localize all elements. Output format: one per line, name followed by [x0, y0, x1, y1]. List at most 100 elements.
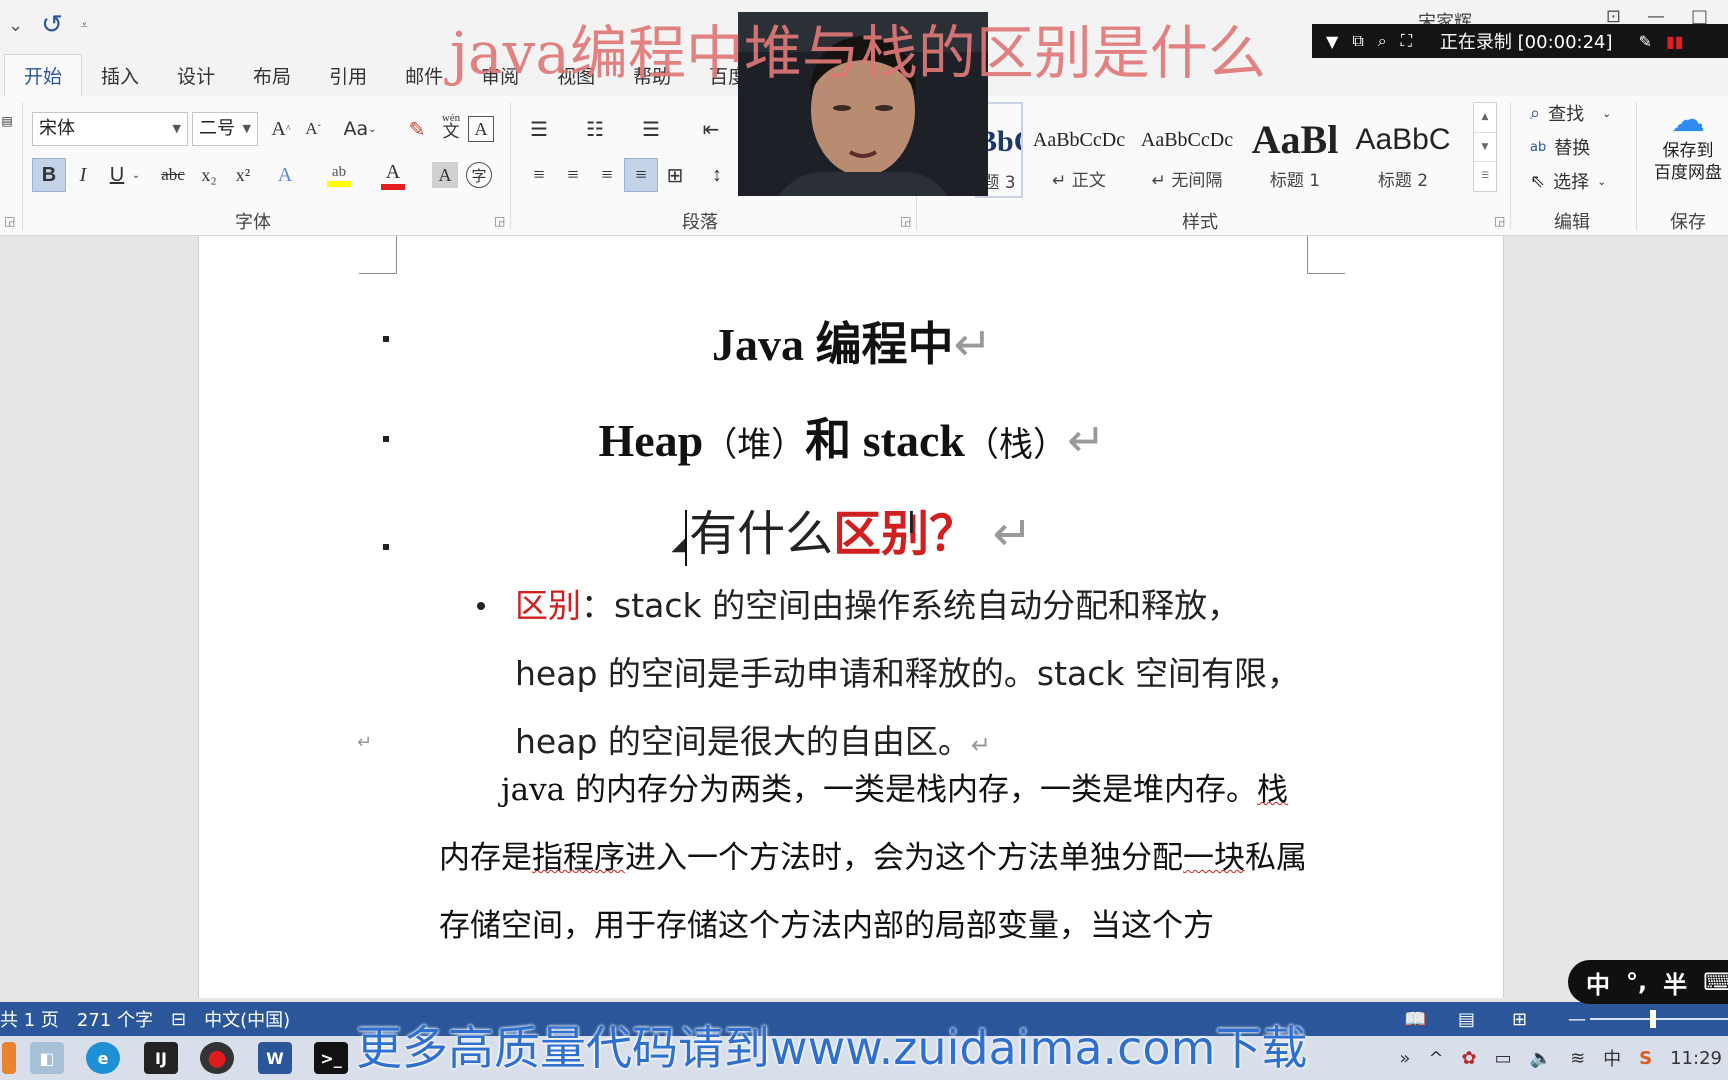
tab-insert[interactable]: 插入: [82, 54, 158, 96]
styles-dialog-launcher-icon[interactable]: ◲: [1494, 214, 1505, 228]
tab-home[interactable]: 开始: [4, 54, 83, 96]
file-app-icon[interactable]: ◧: [30, 1042, 64, 1074]
clock[interactable]: 11:29: [1670, 1048, 1722, 1069]
replace-button[interactable]: ab 替换: [1530, 134, 1590, 160]
style-normal[interactable]: AaBbCcDc ↵ 正文: [1027, 102, 1131, 198]
page-count[interactable]: 共 1 页: [0, 1006, 59, 1032]
character-shading-button[interactable]: A: [432, 162, 458, 188]
underline-label: U: [109, 163, 125, 186]
align-center-icon[interactable]: ≡: [556, 158, 590, 192]
select-button[interactable]: ⇖ 选择 ⌄: [1530, 168, 1606, 194]
tab-layout[interactable]: 布局: [234, 54, 310, 96]
strikethrough-button[interactable]: abc: [156, 158, 190, 192]
scroll-down-icon[interactable]: ▼: [1474, 132, 1496, 161]
terminal-app-icon[interactable]: >_: [314, 1042, 348, 1074]
style-heading1-preview: AaBl: [1251, 120, 1339, 160]
zoom-slider-knob[interactable]: [1650, 1010, 1656, 1028]
volume-icon[interactable]: 🔈: [1530, 1048, 1552, 1069]
multilevel-list-icon[interactable]: ☰: [634, 112, 668, 146]
character-border-button[interactable]: A: [468, 116, 494, 142]
collapse-triangle-icon[interactable]: ◢: [671, 534, 685, 555]
region-icon[interactable]: ⛶: [1401, 31, 1412, 51]
highlight-button[interactable]: ab: [322, 158, 356, 192]
enclose-characters-button[interactable]: 字: [466, 162, 492, 188]
find-button[interactable]: ⌕ 查找 ⌄: [1530, 100, 1611, 126]
window-icon[interactable]: ⧉: [1352, 31, 1363, 51]
ime-indicator[interactable]: 中: [1603, 1045, 1621, 1071]
zoom-out-icon[interactable]: —: [1568, 1009, 1586, 1030]
sogou-icon[interactable]: S: [1639, 1048, 1652, 1069]
scroll-up-icon[interactable]: ▲: [1474, 103, 1496, 132]
zoom-slider[interactable]: [1590, 1018, 1728, 1020]
shrink-font-button[interactable]: Aˇ: [296, 112, 330, 146]
align-left-icon[interactable]: ≡: [522, 158, 556, 192]
bullet-item[interactable]: 区别：stack 的空间由操作系统自动分配和释放，heap 的空间是手动申请和释…: [477, 572, 1315, 779]
proofing-icon[interactable]: ⊟: [171, 1009, 186, 1030]
intellij-icon[interactable]: IJ: [144, 1042, 178, 1074]
print-layout-icon[interactable]: ▤: [1458, 1009, 1475, 1030]
app-tray-icon[interactable]: ✿: [1462, 1048, 1477, 1069]
clear-format-icon[interactable]: ✎: [400, 112, 434, 146]
tray-overflow-icon[interactable]: ^: [1428, 1048, 1443, 1069]
bold-button[interactable]: B: [32, 158, 66, 192]
recorder-app-icon[interactable]: ●: [200, 1042, 234, 1074]
style-heading1[interactable]: AaBl 标题 1: [1243, 102, 1347, 198]
styles-gallery-scroll[interactable]: ▲ ▼ ☰: [1473, 102, 1497, 192]
distributed-icon[interactable]: ⊞: [658, 158, 692, 192]
decrease-indent-icon[interactable]: ⇤: [694, 112, 728, 146]
font-color-button[interactable]: A: [376, 158, 410, 192]
underline-dropdown-icon[interactable]: ⌄: [128, 158, 144, 192]
ime-keyboard-icon[interactable]: ⌨: [1703, 968, 1728, 996]
ime-chinese-mode[interactable]: 中: [1586, 965, 1610, 1000]
pen-icon[interactable]: ✎: [1639, 32, 1652, 51]
more-apps-icon[interactable]: »: [1399, 1048, 1410, 1069]
clipboard-launcher-icon[interactable]: ◲: [4, 214, 15, 228]
grow-font-button[interactable]: A ^: [264, 112, 298, 146]
word-app-icon[interactable]: W: [258, 1042, 292, 1074]
language-indicator[interactable]: 中文(中国): [204, 1006, 290, 1032]
doc-title-line-2[interactable]: Heap（堆）和 stack（栈）↵: [199, 404, 1505, 470]
undo-dropdown-icon[interactable]: ⌄: [8, 15, 23, 36]
document-page[interactable]: Java 编程中↵ Heap（堆）和 stack（栈）↵ ◢有什么区别？ ↵ I…: [198, 236, 1504, 998]
ime-half-width-mode[interactable]: 半: [1663, 965, 1687, 1000]
font-size-combo[interactable]: 二号 ▼: [192, 112, 258, 146]
align-right-icon[interactable]: ≡: [590, 158, 624, 192]
read-mode-icon[interactable]: 📖: [1404, 1009, 1426, 1030]
wifi-icon[interactable]: ≋: [1570, 1048, 1585, 1069]
style-no-spacing[interactable]: AaBbCcDc ↵ 无间隔: [1135, 102, 1239, 198]
bullets-icon[interactable]: ☰: [522, 112, 556, 146]
clipboard-paste-icon[interactable]: ▤: [0, 104, 14, 138]
phonetic-guide-button[interactable]: wén 文: [434, 108, 468, 142]
battery-icon[interactable]: ▭: [1495, 1048, 1512, 1069]
edge-browser-icon[interactable]: e: [86, 1042, 120, 1074]
web-layout-icon[interactable]: ⊞: [1512, 1009, 1527, 1030]
ime-punctuation-mode[interactable]: °,: [1626, 968, 1647, 996]
tab-references[interactable]: 引用: [310, 54, 386, 96]
tab-design[interactable]: 设计: [158, 54, 234, 96]
word-count[interactable]: 271 个字: [77, 1006, 153, 1032]
more-styles-icon[interactable]: ☰: [1474, 161, 1496, 190]
pause-record-icon[interactable]: ▮▮: [1666, 32, 1684, 51]
superscript-button[interactable]: x²: [226, 158, 260, 192]
dropdown-icon[interactable]: ▼: [1326, 32, 1338, 51]
line-spacing-icon[interactable]: ↕: [700, 158, 734, 192]
body-paragraph[interactable]: java 的内存分为两类，一类是栈内存，一类是堆内存。栈内存是指程序进入一个方法…: [439, 756, 1309, 960]
doc-title-line-3[interactable]: ◢有什么区别？ ↵: [199, 494, 1505, 566]
redo-icon[interactable]: ↺: [41, 10, 63, 40]
zoom-icon[interactable]: ⌕: [1378, 31, 1387, 51]
start-edge[interactable]: [2, 1042, 16, 1074]
justify-icon[interactable]: ≡: [624, 158, 658, 192]
style-heading2[interactable]: AaBbC 标题 2: [1351, 102, 1455, 198]
customize-qat-icon[interactable]: ⩡: [81, 18, 88, 33]
italic-button[interactable]: I: [66, 158, 100, 192]
subscript-button[interactable]: x₂: [192, 158, 226, 192]
change-case-button[interactable]: Aa ⌄: [338, 112, 382, 146]
text-cursor: [685, 509, 688, 566]
font-dialog-launcher-icon[interactable]: ◲: [494, 214, 505, 228]
paragraph-dialog-launcher-icon[interactable]: ◲: [900, 214, 911, 228]
save-to-baidu-button[interactable]: ☁ 保存到 百度网盘: [1648, 100, 1728, 184]
font-name-combo[interactable]: 宋体 ▼: [32, 112, 188, 146]
doc-title-line-1[interactable]: Java 编程中↵: [199, 308, 1505, 374]
text-effects-button[interactable]: A: [268, 158, 302, 192]
numbering-icon[interactable]: ☷: [578, 112, 612, 146]
